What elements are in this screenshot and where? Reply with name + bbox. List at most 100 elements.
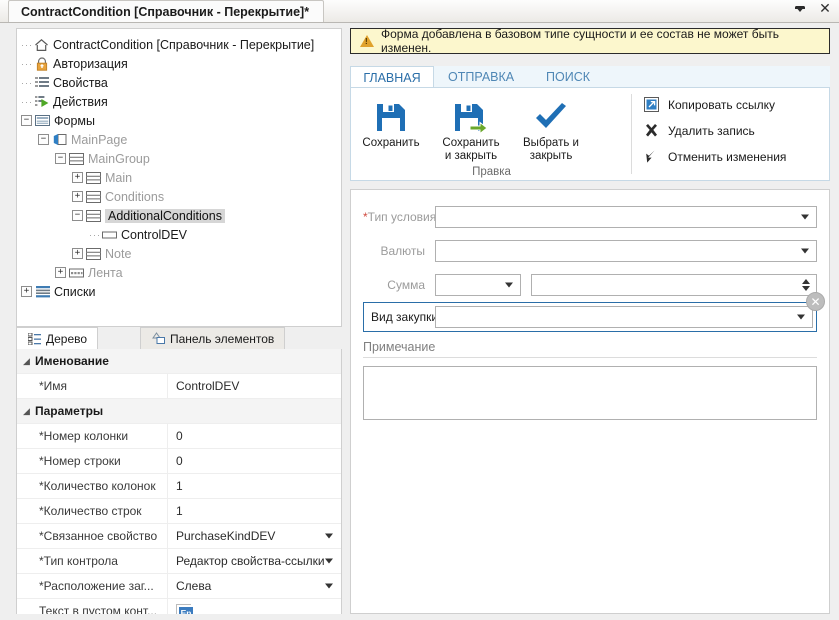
tree-node-label: Действия: [53, 95, 108, 109]
tree-node[interactable]: +Списки: [17, 282, 341, 301]
field-label-purchase-kind: Вид закупки: [367, 310, 435, 324]
chevron-down-icon[interactable]: [505, 283, 513, 288]
tree-node-label: MainPage: [71, 133, 127, 147]
tree-node-label: Conditions: [105, 190, 164, 204]
expand-toggle[interactable]: +: [21, 286, 32, 297]
property-value[interactable]: 1: [167, 499, 341, 523]
field-input-condition-type[interactable]: [435, 206, 817, 228]
property-value-text: 0: [176, 454, 183, 468]
property-value[interactable]: PurchaseKindDEV: [167, 524, 341, 548]
close-icon[interactable]: ✕: [817, 1, 833, 17]
tree-node[interactable]: −MainGroup: [17, 149, 341, 168]
property-value-text: 0: [176, 429, 183, 443]
expand-toggle[interactable]: +: [72, 172, 83, 183]
collapse-toggle[interactable]: −: [38, 134, 49, 145]
select-and-close-button[interactable]: Выбрать и закрыть: [511, 94, 591, 163]
ribbon-icon: [69, 265, 84, 280]
property-row[interactable]: *Тип контролаРедактор свойства-ссылки: [17, 549, 341, 574]
selected-control-purchase-kind[interactable]: Вид закупки ✕: [363, 302, 817, 332]
ribbon-tab-main[interactable]: ГЛАВНАЯ: [350, 66, 434, 88]
tree-node[interactable]: + Main: [17, 168, 341, 187]
save-and-close-button[interactable]: Сохранить и закрыть: [431, 94, 511, 163]
property-value[interactable]: 1: [167, 474, 341, 498]
document-tab[interactable]: ContractCondition [Справочник - Перекрыт…: [8, 0, 324, 22]
property-value[interactable]: En: [167, 599, 341, 615]
undo-changes-button[interactable]: Отменить изменения: [643, 148, 786, 165]
chevron-down-icon[interactable]: [325, 534, 333, 539]
tree-connector: ···: [21, 97, 33, 107]
chevron-down-icon[interactable]: [792, 1, 808, 17]
tree-node[interactable]: − MainPage: [17, 130, 341, 149]
note-textarea[interactable]: [363, 366, 817, 420]
chevron-down-icon[interactable]: [801, 215, 809, 220]
spinner-icon[interactable]: [802, 279, 810, 291]
property-value-text: 1: [176, 479, 183, 493]
close-icon[interactable]: ✕: [806, 292, 825, 311]
property-row[interactable]: Текст в пустом конт...En: [17, 599, 341, 615]
tree-node-label: Авторизация: [53, 57, 128, 71]
property-name: *Связанное свойство: [17, 524, 167, 548]
tree-node[interactable]: ···Свойства: [17, 73, 341, 92]
tab-tree[interactable]: Дерево: [16, 327, 98, 349]
tab-toolbox[interactable]: Панель элементов: [140, 327, 285, 349]
property-row[interactable]: *Номер колонки0: [17, 424, 341, 449]
property-row[interactable]: *Номер строки0: [17, 449, 341, 474]
expand-toggle[interactable]: +: [72, 191, 83, 202]
category-collapse-icon[interactable]: ◢: [23, 356, 35, 367]
titlebar-divider: [0, 22, 839, 23]
property-value[interactable]: Редактор свойства-ссылки: [167, 549, 341, 573]
ribbon-tab-send[interactable]: ОТПРАВКА: [436, 66, 526, 88]
tree-node[interactable]: −AdditionalConditions: [17, 206, 341, 225]
tree-node[interactable]: ···Авторизация: [17, 54, 341, 73]
application-window: ContractCondition [Справочник - Перекрыт…: [0, 0, 839, 620]
form-designer-canvas: *Тип условия Валюты Сумма: [350, 189, 830, 614]
window-controls: ✕: [792, 1, 833, 17]
collapse-toggle[interactable]: −: [21, 115, 32, 126]
property-value[interactable]: ControlDEV: [167, 374, 341, 398]
property-grid[interactable]: ◢Именование*ИмяControlDEV◢Параметры*Номе…: [16, 349, 342, 615]
list-icon: [34, 75, 49, 90]
property-value[interactable]: Слева: [167, 574, 341, 598]
expand-toggle[interactable]: +: [72, 248, 83, 259]
delete-record-button[interactable]: Удалить запись: [643, 122, 786, 139]
tree-node[interactable]: +Note: [17, 244, 341, 263]
tree-node[interactable]: +Лента: [17, 263, 341, 282]
tree-node-label: ContractCondition [Справочник - Перекрыт…: [53, 38, 314, 52]
property-value[interactable]: 0: [167, 449, 341, 473]
collapse-toggle[interactable]: −: [72, 210, 83, 221]
expand-toggle[interactable]: +: [55, 267, 66, 278]
field-label-condition-type-text: Тип условия: [368, 210, 437, 224]
tree-node[interactable]: ···ContractCondition [Справочник - Перек…: [17, 35, 341, 54]
property-value[interactable]: 0: [167, 424, 341, 448]
field-input-currency[interactable]: [435, 240, 817, 262]
ribbon-tab-search[interactable]: ПОИСК: [534, 66, 602, 88]
tree-node[interactable]: ··· Действия: [17, 92, 341, 111]
property-row[interactable]: *Количество колонок 1: [17, 474, 341, 499]
copy-link-button[interactable]: Копировать ссылку: [643, 96, 786, 113]
property-name: Текст в пустом конт...: [17, 599, 167, 615]
field-input-amount-operator[interactable]: [435, 274, 521, 296]
property-row[interactable]: *Расположение заг...Слева: [17, 574, 341, 599]
tree-node[interactable]: + Conditions: [17, 187, 341, 206]
tree-node[interactable]: ···ControlDEV: [17, 225, 341, 244]
tree-node-label: Main: [105, 171, 132, 185]
chevron-down-icon[interactable]: [797, 315, 805, 320]
property-row[interactable]: *ИмяControlDEV: [17, 374, 341, 399]
collapse-toggle[interactable]: −: [55, 153, 66, 164]
property-name: *Количество колонок: [17, 474, 167, 498]
tree-node[interactable]: −Формы: [17, 111, 341, 130]
save-button[interactable]: Сохранить: [351, 94, 431, 163]
property-row[interactable]: *Количество строк1: [17, 499, 341, 524]
chevron-down-icon[interactable]: [325, 584, 333, 589]
chevron-down-icon[interactable]: [801, 249, 809, 254]
field-input-amount-value[interactable]: [531, 274, 817, 296]
group-icon: [86, 246, 101, 261]
delete-icon: [643, 122, 660, 139]
property-name: ◢Именование: [17, 349, 341, 373]
field-input-purchase-kind[interactable]: [435, 306, 813, 328]
tab-tree-label: Дерево: [46, 332, 87, 346]
chevron-down-icon[interactable]: [325, 559, 333, 564]
category-collapse-icon[interactable]: ◢: [23, 406, 35, 417]
property-row[interactable]: *Связанное свойствоPurchaseKindDEV: [17, 524, 341, 549]
entity-tree[interactable]: ··· ContractCondition [Справочник - Перек…: [16, 28, 342, 327]
